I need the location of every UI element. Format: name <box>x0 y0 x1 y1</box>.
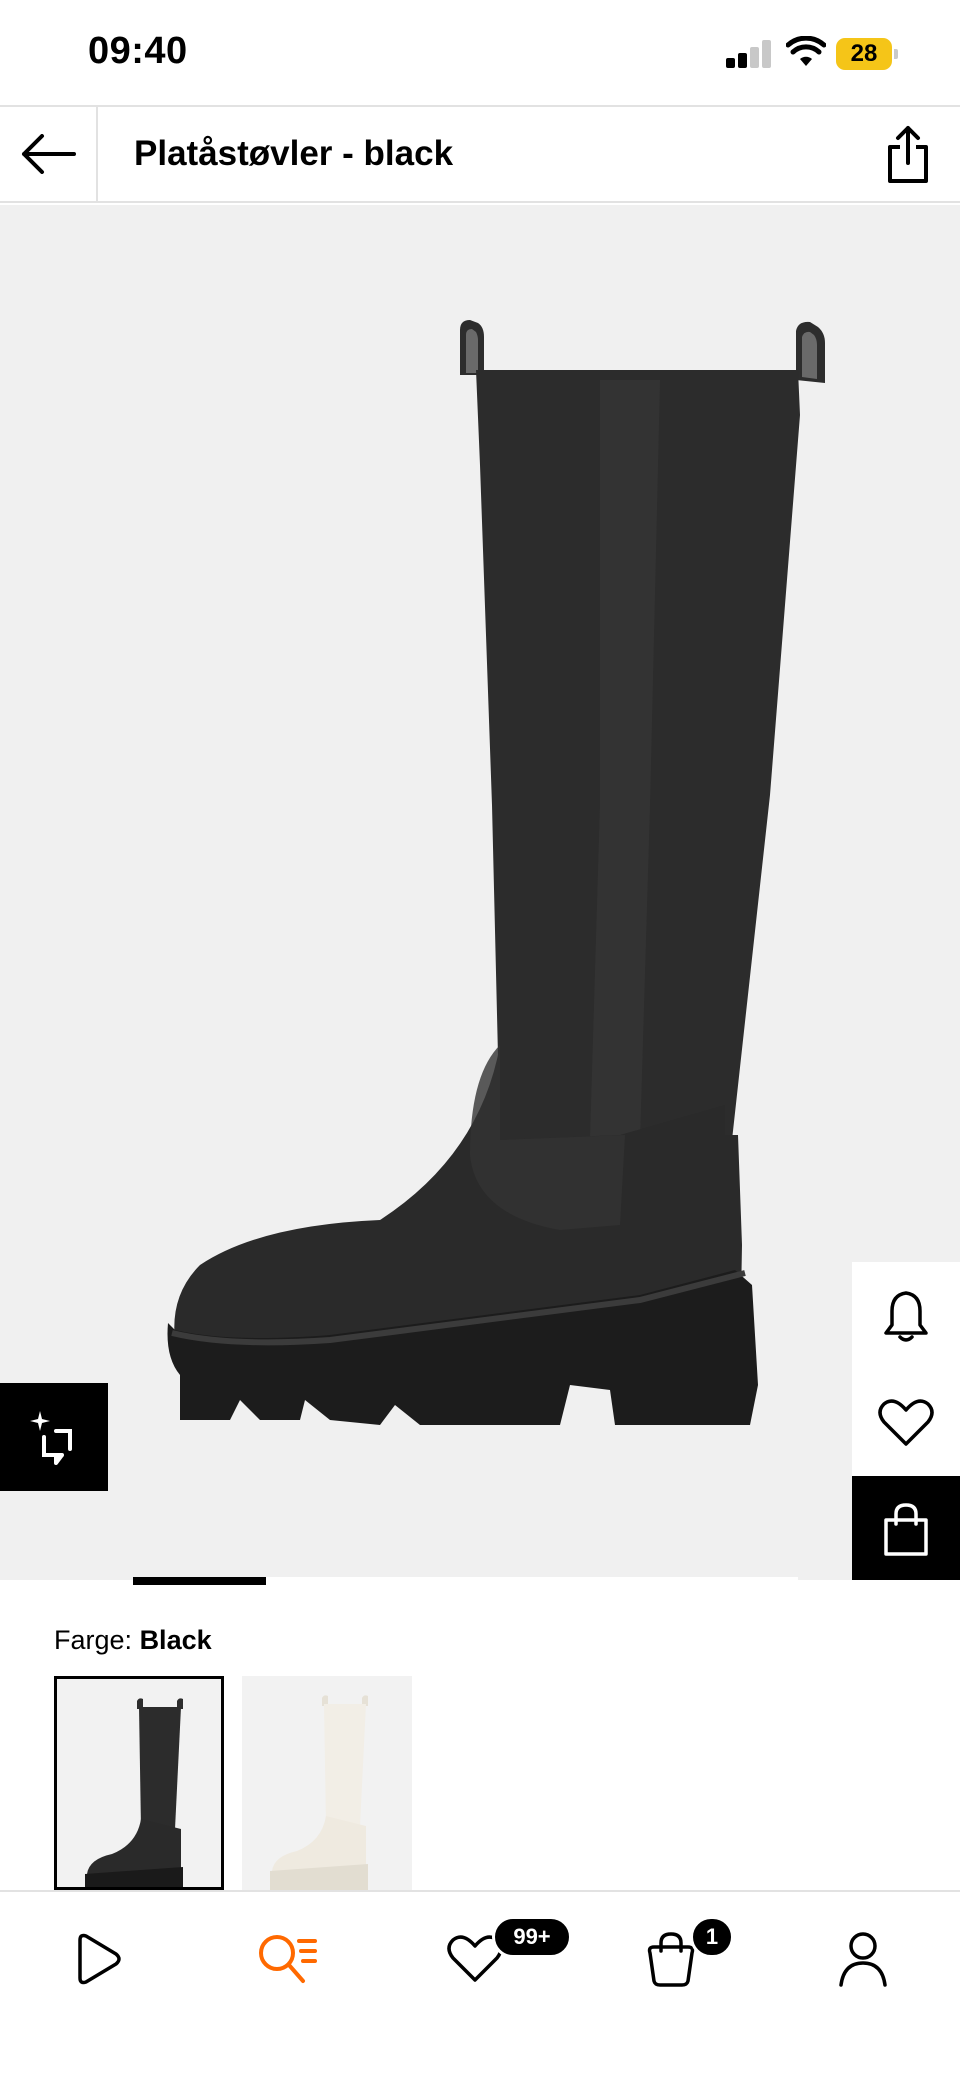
notify-button[interactable] <box>852 1262 960 1369</box>
gallery-pager-active <box>133 1577 266 1585</box>
cellular-signal-icon <box>726 40 772 68</box>
profile-icon <box>839 1932 887 1987</box>
gallery-pager <box>133 1577 798 1585</box>
arrow-left-icon <box>22 134 76 174</box>
boot-product-image <box>167 320 825 1425</box>
status-time: 09:40 <box>88 30 188 72</box>
wishlist-count-badge: 99+ <box>492 1916 572 1958</box>
shopping-bag-icon <box>884 1502 928 1556</box>
play-home-icon <box>78 1933 121 1985</box>
share-icon <box>888 126 928 183</box>
nav-home[interactable] <box>52 1914 142 2004</box>
color-label: Farge: Black <box>54 1625 212 1656</box>
back-button[interactable] <box>0 107 98 201</box>
page-title: Platåstøvler - black <box>134 134 454 173</box>
color-selected-value: Black <box>139 1625 212 1655</box>
color-option-off-white[interactable] <box>242 1676 412 1890</box>
nav-profile[interactable] <box>818 1914 908 2004</box>
bag-count-badge: 1 <box>690 1916 734 1958</box>
black-boot-thumbnail <box>85 1698 183 1887</box>
sparkle-crop-icon <box>30 1411 72 1465</box>
ai-search-button[interactable] <box>0 1383 108 1491</box>
white-boot-thumbnail <box>270 1695 368 1890</box>
wishlist-button[interactable] <box>852 1369 960 1476</box>
wifi-icon <box>786 36 826 66</box>
heart-icon <box>878 1398 934 1446</box>
add-to-bag-button[interactable] <box>852 1476 960 1580</box>
color-label-prefix: Farge: <box>54 1625 133 1655</box>
color-option-black[interactable] <box>54 1676 224 1890</box>
status-bar: 09:40 28 <box>0 0 960 105</box>
search-list-icon <box>259 1935 317 1983</box>
share-button[interactable] <box>876 119 940 189</box>
side-actions <box>852 1262 960 1580</box>
bell-icon <box>884 1290 928 1342</box>
nav-search[interactable] <box>242 1914 332 2004</box>
bottom-navigation: 99+ 1 <box>0 1890 960 2077</box>
product-header: Platåstøvler - black <box>0 105 960 203</box>
battery-level: 28 <box>850 40 878 67</box>
battery-charging-icon: 28 <box>836 38 898 70</box>
product-image-gallery[interactable] <box>0 205 960 1580</box>
